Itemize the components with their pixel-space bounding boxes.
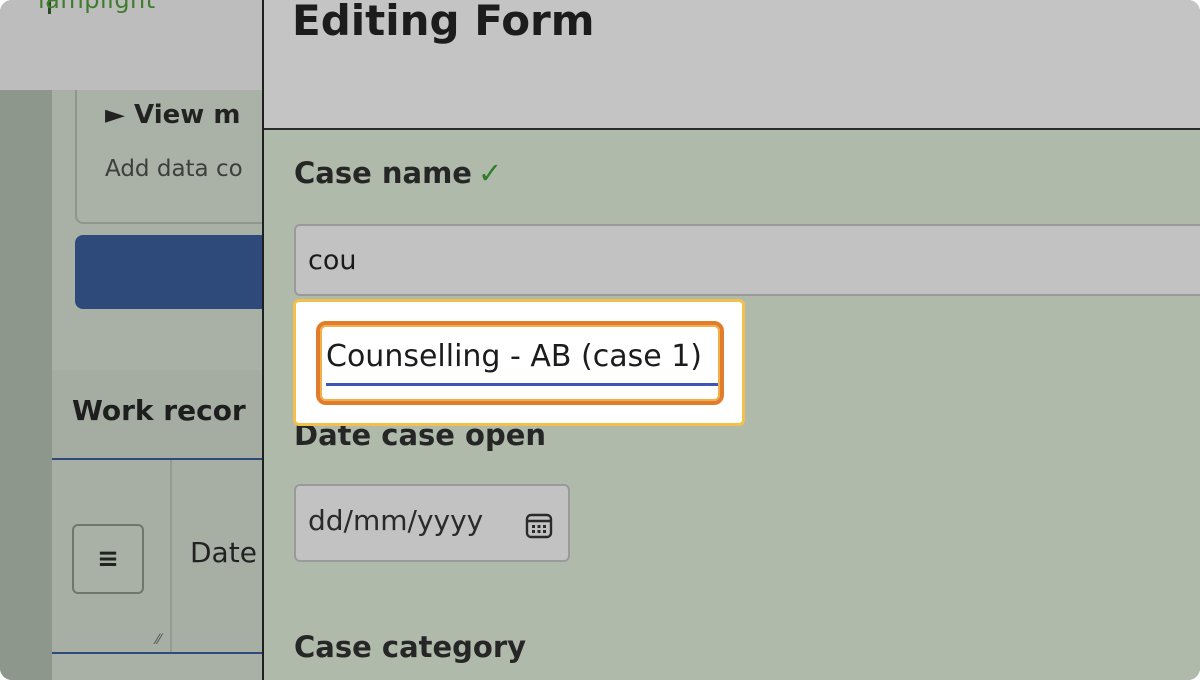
work-records-title: Work recor [72,394,246,427]
work-records-header: Work recor [52,370,272,460]
calendar-icon[interactable] [524,510,554,540]
autocomplete-dropdown: Counselling - AB (case 1) [293,299,745,426]
valid-check-icon: ✓ [477,156,503,190]
brand-logo: lamplight [38,0,156,14]
autocomplete-option[interactable]: Counselling - AB (case 1) [316,321,724,405]
date-column-header[interactable]: Date [190,536,257,569]
table-column-divider [170,460,172,652]
table-row-divider [52,652,272,654]
date-case-open-field[interactable]: dd/mm/yyyy [294,484,570,562]
case-name-input[interactable] [294,224,1200,296]
case-category-label: Case category [294,630,527,664]
view-more-card: ► View m Add data co [75,90,279,224]
modal-title: Editing Form [292,0,595,45]
app-frame: lamplight ► View m Add data co Work reco… [0,0,1200,680]
case-name-label: Case name ✓ [294,156,502,190]
case-name-label-text: Case name [294,156,472,190]
resize-grip-icon[interactable]: ⁄⁄ [156,632,161,648]
view-more-description: Add data co [105,156,243,182]
menu-icon: ≡ [97,544,119,574]
column-menu-button[interactable]: ≡ [72,524,144,594]
primary-action-button[interactable] [75,235,275,309]
option-underline [326,383,718,386]
view-more-toggle[interactable]: ► View m [105,100,240,130]
modal-header: Editing Form [264,0,1200,130]
date-placeholder: dd/mm/yyyy [308,504,484,537]
background-header: lamplight [0,0,262,90]
autocomplete-option-label: Counselling - AB (case 1) [326,339,703,374]
